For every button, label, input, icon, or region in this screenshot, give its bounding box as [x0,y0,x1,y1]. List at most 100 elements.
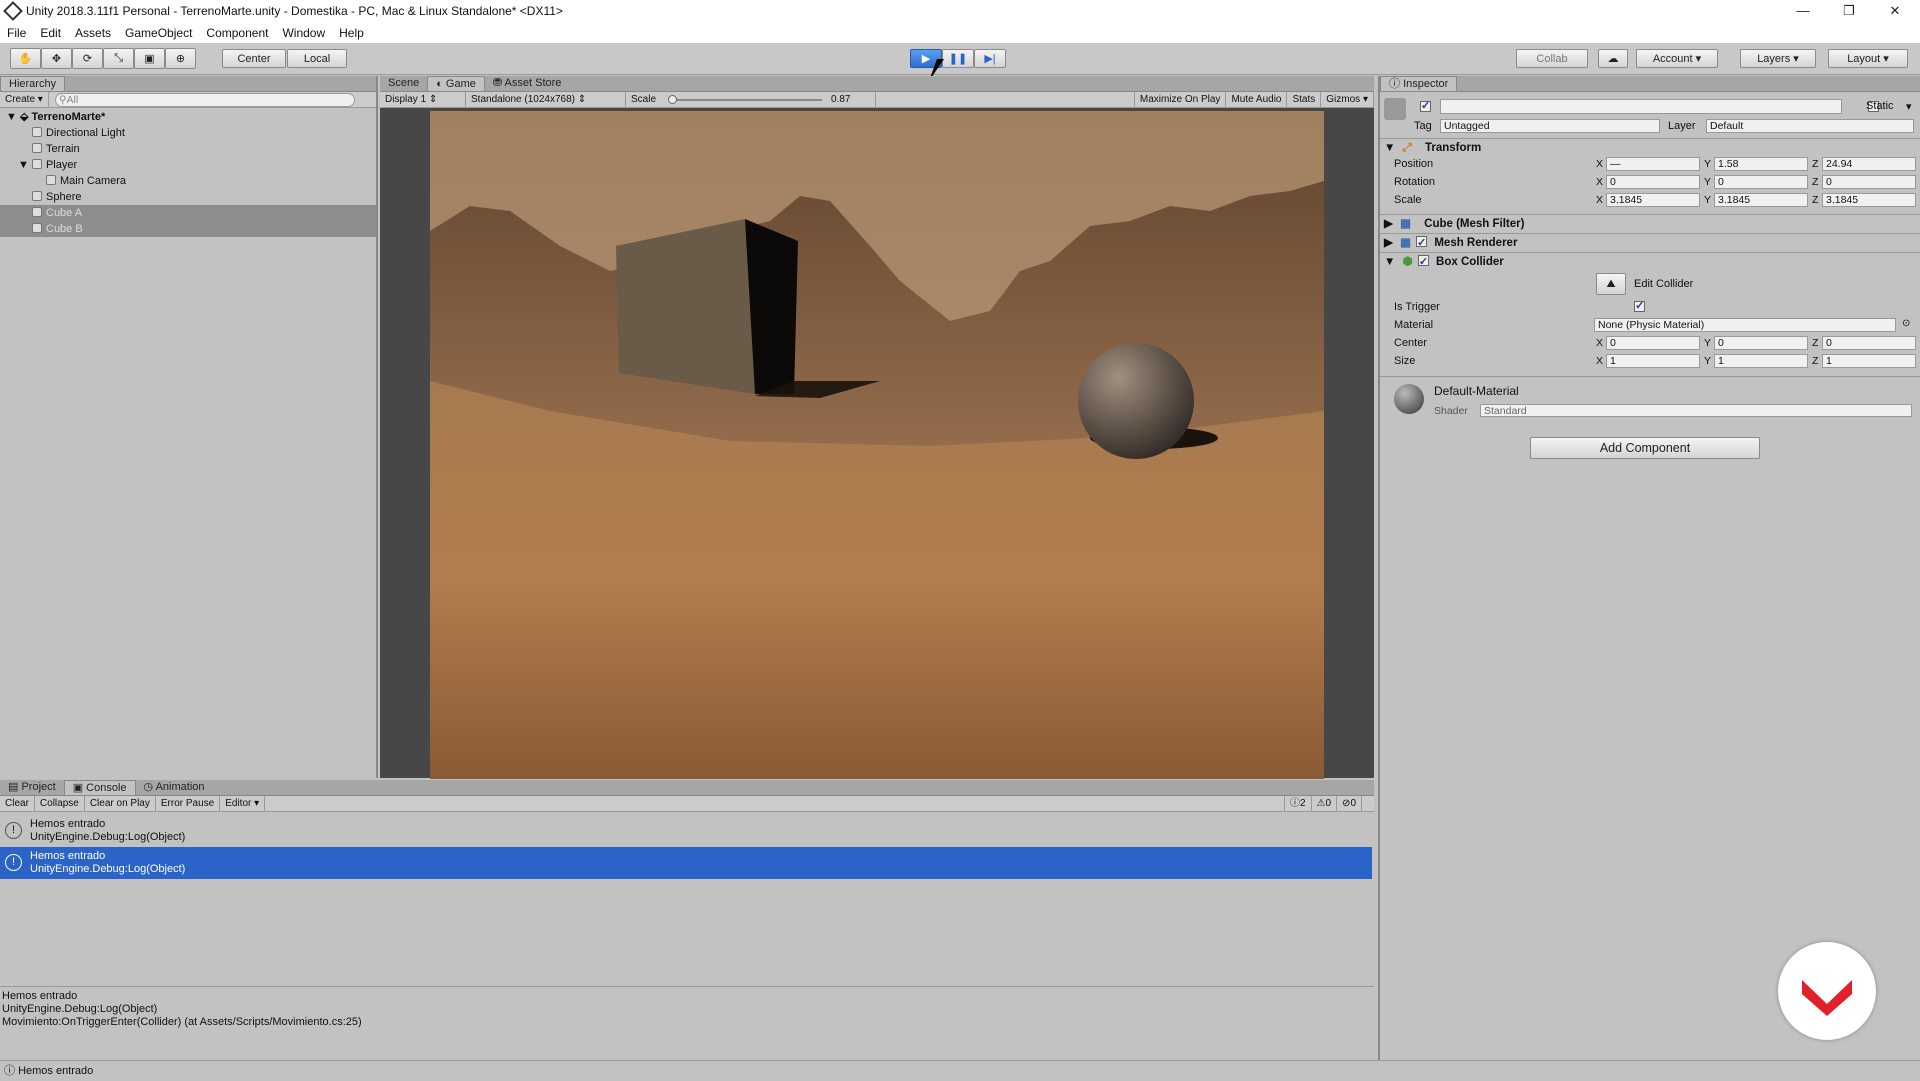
add-component-button[interactable]: Add Component [1530,437,1760,459]
size-y-field[interactable]: 1 [1714,354,1808,368]
active-checkbox[interactable] [1420,99,1431,112]
error-pause-toggle[interactable]: Error Pause [156,796,221,811]
mesh-filter-header[interactable]: ▶ ▦ Cube (Mesh Filter) [1380,214,1920,232]
position-x-field[interactable]: — [1606,157,1700,171]
scene-root[interactable]: ▼ ⬙ TerrenoMarte* [0,109,376,125]
clear-on-play-toggle[interactable]: Clear on Play [85,796,156,811]
scale-z-field[interactable]: 3.1845 [1822,193,1916,207]
is-trigger-checkbox[interactable] [1634,299,1646,312]
account-dropdown[interactable]: Account ▾ [1636,49,1718,68]
size-x-field[interactable]: 1 [1606,354,1700,368]
close-button[interactable]: ✕ [1872,0,1918,22]
create-dropdown[interactable]: Create ▾ [0,92,49,107]
pivot-local-button[interactable]: Local [287,49,347,68]
menu-edit[interactable]: Edit [33,26,68,40]
layout-dropdown[interactable]: Layout ▾ [1828,49,1908,68]
tab-animation[interactable]: ◷ Animation [136,780,213,795]
menu-window[interactable]: Window [275,26,332,40]
resolution-dropdown[interactable]: Standalone (1024x768) ⇕ [466,92,626,107]
collab-button[interactable]: Collab [1516,49,1588,68]
game-viewport[interactable] [430,111,1324,779]
object-name-input[interactable] [1440,99,1842,114]
box-collider-checkbox[interactable] [1417,253,1429,271]
transform-icon: ⊕ [175,53,186,65]
position-z-field[interactable]: 24.94 [1822,157,1916,171]
hand-tool-button[interactable]: ✋ [10,48,41,69]
material-label: Material [1394,319,1434,331]
step-button[interactable]: ▶| [974,49,1006,68]
scale-x-field[interactable]: 3.1845 [1606,193,1700,207]
scale-slider[interactable]: Scale 0.87 [626,92,876,107]
warning-count-toggle[interactable]: ⚠0 [1312,796,1338,811]
log-entry[interactable]: ! Hemos entrado UnityEngine.Debug:Log(Ob… [0,815,1372,847]
layers-dropdown[interactable]: Layers ▾ [1740,49,1816,68]
move-tool-button[interactable]: ✥ [41,48,72,69]
list-item[interactable]: Terrain [0,141,376,157]
static-dropdown[interactable]: ▾ [1906,100,1912,113]
object-picker-icon[interactable]: ⊙ [1902,318,1910,329]
rect-tool-button[interactable]: ▣ [134,48,165,69]
tab-console[interactable]: ▣ Console [63,780,136,795]
tab-game[interactable]: ◐ Game [427,76,485,91]
center-z-field[interactable]: 0 [1822,336,1916,350]
menu-assets[interactable]: Assets [68,26,118,40]
minimize-button[interactable]: — [1780,0,1826,22]
hierarchy-search-input[interactable]: ⚲All [54,92,355,107]
tab-asset-store[interactable]: ⛃ Asset Store [485,76,570,91]
stats-toggle[interactable]: Stats [1287,92,1322,107]
menu-help[interactable]: Help [332,26,371,40]
edit-collider-button[interactable]: ⛰ [1596,273,1626,295]
list-item[interactable]: Cube A [0,205,376,221]
clear-button[interactable]: Clear [0,796,35,811]
cloud-button[interactable]: ☁ [1598,49,1628,68]
display-dropdown[interactable]: Display 1 ⇕ [380,92,466,107]
tab-hierarchy[interactable]: Hierarchy [0,76,66,91]
menu-file[interactable]: File [0,26,33,40]
center-y-field[interactable]: 0 [1714,336,1808,350]
scale-y-field[interactable]: 3.1845 [1714,193,1808,207]
step-icon: ▶| [984,53,996,65]
mesh-renderer-checkbox[interactable] [1416,234,1428,252]
error-count-toggle[interactable]: ⊘0 [1337,796,1362,811]
rotation-z-field[interactable]: 0 [1822,175,1916,189]
transform-tool-button[interactable]: ⊕ [165,48,196,69]
layer-dropdown[interactable]: Default [1706,119,1914,133]
center-x-field[interactable]: 0 [1606,336,1700,350]
pivot-center-button[interactable]: Center [222,49,286,68]
menu-component[interactable]: Component [199,26,275,40]
rotation-y-field[interactable]: 0 [1714,175,1808,189]
list-item[interactable]: Sphere [0,189,376,205]
tab-project[interactable]: ▤ Project [0,780,64,795]
pause-button[interactable]: ❚❚ [942,49,974,68]
list-item[interactable]: ▼ Player [0,157,376,173]
gameobject-icon [32,127,42,137]
box-collider-header[interactable]: ▼ ⬢ Box Collider [1380,252,1920,271]
gizmos-dropdown[interactable]: Gizmos ▾ [1321,92,1374,107]
mute-audio-toggle[interactable]: Mute Audio [1226,92,1288,107]
rotate-tool-button[interactable]: ⟳ [72,48,103,69]
mesh-renderer-header[interactable]: ▶ ▦ Mesh Renderer [1380,233,1920,252]
scale-tool-button[interactable]: ⤡ [103,48,134,69]
menu-gameobject[interactable]: GameObject [118,26,199,40]
editor-dropdown[interactable]: Editor ▾ [220,796,266,811]
log-count-toggle[interactable]: ⓘ2 [1283,796,1312,811]
mars-terrain-scene [430,111,1324,779]
collapse-toggle[interactable]: Collapse [35,796,85,811]
log-entry[interactable]: ! Hemos entrado UnityEngine.Debug:Log(Ob… [0,847,1372,879]
rotation-x-field[interactable]: 0 [1606,175,1700,189]
list-item[interactable]: Directional Light [0,125,376,141]
physic-material-field[interactable]: None (Physic Material) [1594,318,1896,332]
size-z-field[interactable]: 1 [1822,354,1916,368]
list-item[interactable]: Main Camera [0,173,376,189]
tab-inspector[interactable]: ⓘ Inspector [1380,76,1458,91]
slider-thumb[interactable] [668,95,677,104]
restore-button[interactable]: ❐ [1826,0,1872,22]
tab-scene[interactable]: Scene [380,76,427,91]
tag-dropdown[interactable]: Untagged [1440,119,1660,133]
shader-dropdown[interactable]: Standard [1480,404,1912,417]
position-y-field[interactable]: 1.58 [1714,157,1808,171]
rect-icon: ▣ [144,53,155,65]
transform-header[interactable]: ▼ ⤢ Transform [1380,138,1920,156]
maximize-on-play-toggle[interactable]: Maximize On Play [1133,92,1227,107]
list-item[interactable]: Cube B [0,221,376,237]
